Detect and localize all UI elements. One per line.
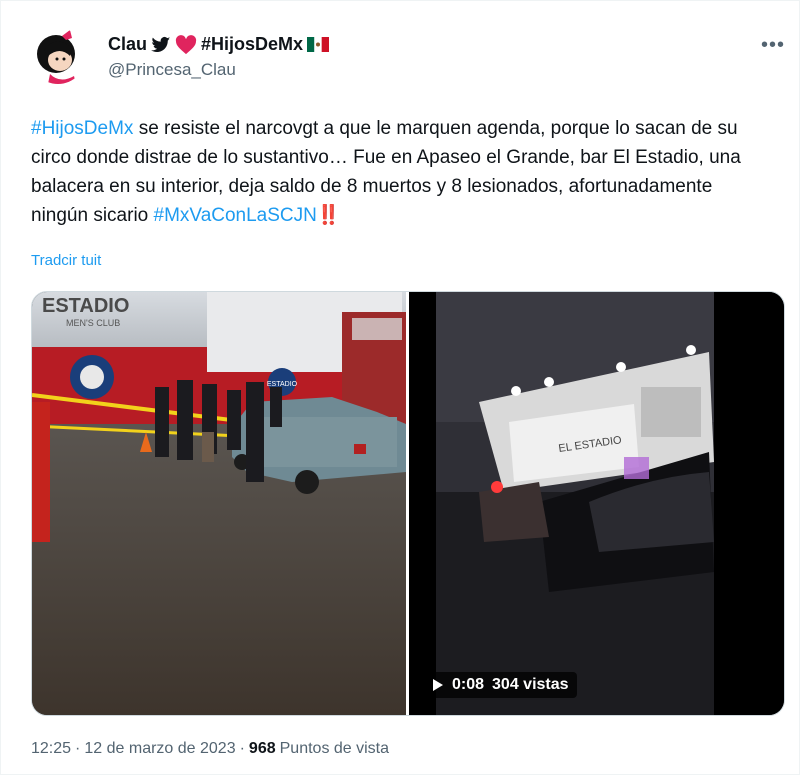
hashtag-link[interactable]: #HijosDeMx [31,118,133,139]
tweet-meta: 12:25 · 12 de marzo de 2023 · 968 Puntos… [31,740,389,758]
photo-bar-exterior[interactable]: ESTADIO MEN'S CLUB ESTADIO [32,292,407,715]
crime-scene-photo: ESTADIO MEN'S CLUB ESTADIO [32,292,407,715]
tweet-body-text: se resiste el narcovgt a que le marquen … [31,118,741,226]
mafalda-avatar-icon [30,28,86,84]
video-thumbnail: EL ESTADIO [409,292,784,715]
views-label: Puntos de vista [279,740,390,757]
photo-badge-text: ESTADIO [267,381,298,388]
video-duration: 0:08 [452,676,485,693]
avatar[interactable] [30,28,86,84]
translate-tweet-link[interactable]: Tradcir tuit [31,252,101,269]
bird-icon [151,36,171,52]
photo-sign-text: ESTADIO [42,295,129,317]
video-info-badge: 0:08 304 vistas [424,672,577,698]
photo-sign-subtext: MEN'S CLUB [66,318,120,328]
video-player[interactable]: EL ESTADIO [409,292,784,715]
hashtag-link[interactable]: #MxVaConLaSCJN [154,205,317,226]
views-count: 968 [248,740,276,757]
meta-separator: · [239,740,245,757]
media-grid: ESTADIO MEN'S CLUB ESTADIO EL ESTADIO [31,291,785,716]
mexico-flag-icon [307,37,330,52]
tweet-date[interactable]: 12 de marzo de 2023 [84,740,235,758]
author-hashtag: #HijosDeMx [201,34,304,54]
heart-icon [175,34,197,54]
tweet-time[interactable]: 12:25 [31,740,71,758]
double-exclamation-icon: ‼️ [316,205,341,226]
author-name-row[interactable]: Clau #HijosDeMx [108,34,330,55]
author-handle[interactable]: @Princesa_Clau [108,60,236,80]
meta-separator: · [75,740,81,757]
video-views: 304 vistas [492,676,569,693]
author-display-name[interactable]: Clau [108,34,147,55]
tweet-text: #HijosDeMx se resiste el narcovgt a que … [31,114,771,230]
more-options-icon[interactable]: ••• [758,30,788,60]
play-icon[interactable] [432,678,444,692]
